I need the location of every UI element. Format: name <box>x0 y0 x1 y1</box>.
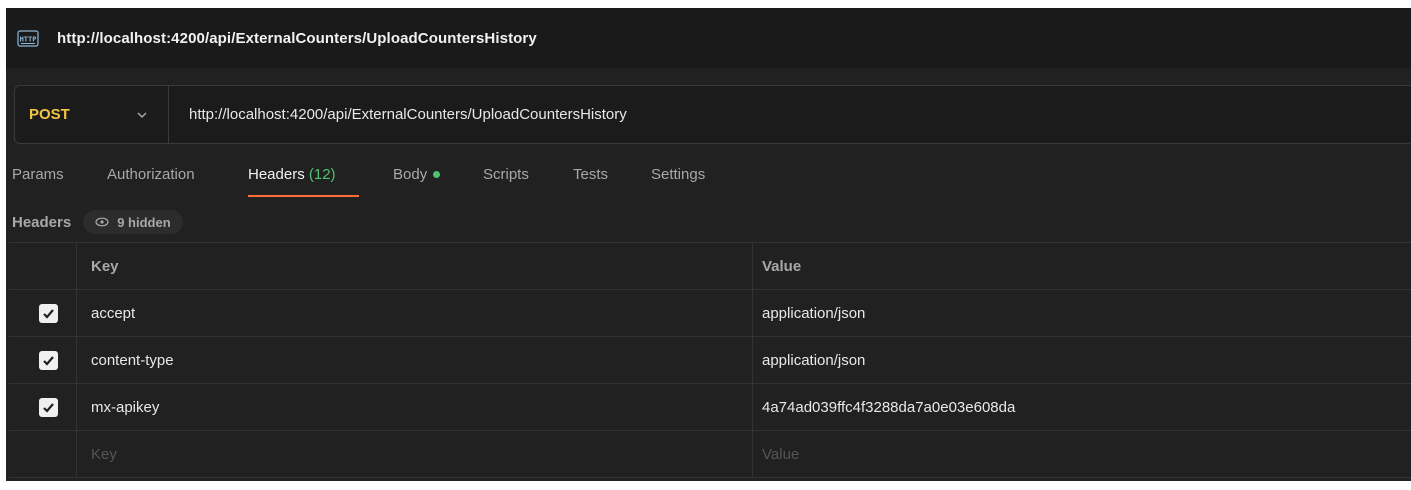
eye-icon <box>95 217 109 227</box>
checkmark-icon <box>43 402 54 413</box>
tab-settings[interactable]: Settings <box>651 166 705 196</box>
headers-subheader: Headers 9 hidden <box>12 210 183 234</box>
header-key-cell[interactable]: accept <box>77 290 753 336</box>
table-header-row: Key Value <box>9 243 1411 290</box>
row-check-cell <box>9 431 77 477</box>
header-enabled-checkbox[interactable] <box>39 303 58 323</box>
active-tab-indicator <box>248 195 359 197</box>
tab-headers[interactable]: Headers (12) <box>248 166 336 196</box>
request-tabs: Params Authorization Headers (12) Body S… <box>6 158 1411 200</box>
row-check-cell <box>9 384 77 430</box>
column-header-value: Value <box>762 257 802 275</box>
table-header-check-cell <box>9 243 77 289</box>
row-check-cell <box>9 337 77 383</box>
header-value-cell[interactable]: application/json <box>753 337 1411 383</box>
header-key-cell[interactable]: mx-apikey <box>77 384 753 430</box>
url-input[interactable] <box>189 106 1289 123</box>
tab-body[interactable]: Body <box>393 166 441 196</box>
method-select[interactable]: POST <box>15 86 169 143</box>
header-value-cell[interactable]: application/json <box>753 290 1411 336</box>
tab-headers-count: (12) <box>308 166 336 183</box>
header-enabled-checkbox[interactable] <box>39 397 58 417</box>
chevron-down-icon <box>135 108 149 122</box>
request-title[interactable]: http://localhost:4200/api/ExternalCounte… <box>57 30 537 47</box>
hidden-headers-toggle[interactable]: 9 hidden <box>83 210 183 234</box>
header-enabled-checkbox[interactable] <box>39 350 58 370</box>
tab-tests[interactable]: Tests <box>573 166 608 196</box>
svg-text:HTTP: HTTP <box>20 35 37 43</box>
checkmark-icon <box>43 308 54 319</box>
tab-authorization[interactable]: Authorization <box>107 166 195 196</box>
header-value-cell[interactable]: 4a74ad039ffc4f3288da7a0e03e608da <box>753 384 1411 430</box>
row-check-cell <box>9 290 77 336</box>
column-header-key: Key <box>77 243 753 289</box>
http-icon: HTTP <box>17 29 39 47</box>
tab-headers-label: Headers <box>248 166 305 183</box>
new-header-row: Key Value <box>9 431 1411 478</box>
checkmark-icon <box>43 355 54 366</box>
table-row: content-type application/json <box>9 337 1411 384</box>
body-status-dot <box>433 170 441 178</box>
tab-scripts[interactable]: Scripts <box>483 166 529 196</box>
headers-table: Key Value accept application/json conten… <box>9 242 1411 478</box>
request-bar: POST <box>14 85 1411 144</box>
table-row: accept application/json <box>9 290 1411 337</box>
headers-section-label: Headers <box>12 213 72 231</box>
request-title-bar: HTTP http://localhost:4200/api/ExternalC… <box>6 8 1411 68</box>
header-key-cell[interactable]: content-type <box>77 337 753 383</box>
table-row: mx-apikey 4a74ad039ffc4f3288da7a0e03e608… <box>9 384 1411 431</box>
hidden-headers-label: 9 hidden <box>117 214 171 230</box>
postman-window: HTTP http://localhost:4200/api/ExternalC… <box>6 8 1411 481</box>
tab-params[interactable]: Params <box>12 166 64 196</box>
method-label: POST <box>29 106 70 123</box>
tab-body-label: Body <box>393 166 428 183</box>
new-key-input[interactable]: Key <box>77 431 753 477</box>
new-value-input[interactable]: Value <box>753 431 1411 477</box>
